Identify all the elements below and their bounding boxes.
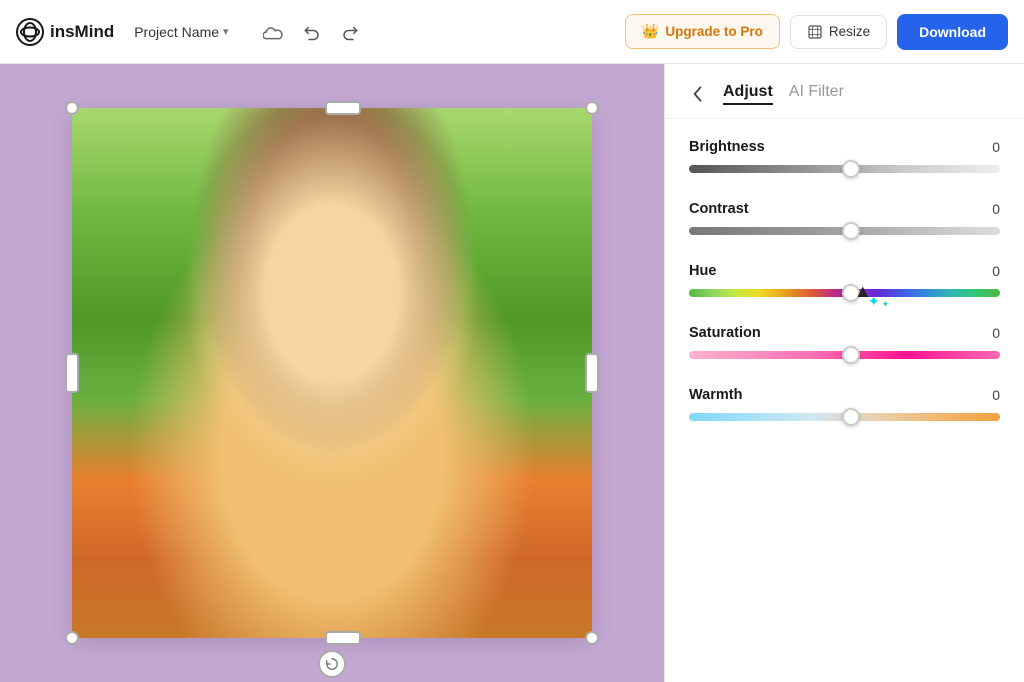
brightness-label: Brightness (689, 139, 765, 155)
handle-middle-left[interactable] (65, 353, 79, 393)
warmth-value: 0 (992, 387, 1000, 403)
brightness-slider[interactable] (689, 165, 1000, 173)
contrast-value: 0 (992, 201, 1000, 217)
contrast-label-row: Contrast 0 (689, 201, 1000, 217)
contrast-thumb[interactable] (842, 222, 860, 240)
panel-header: Adjust AI Filter (665, 64, 1024, 119)
hue-row: Hue 0 ▲ ✦ ✦ (689, 263, 1000, 297)
contrast-row: Contrast 0 (689, 201, 1000, 235)
handle-top-middle[interactable] (325, 101, 361, 115)
warmth-row: Warmth 0 (689, 387, 1000, 421)
back-icon (691, 84, 705, 104)
header-right: 👑 Upgrade to Pro Resize Download (625, 14, 1008, 50)
tab-adjust[interactable]: Adjust (723, 83, 773, 105)
contrast-slider[interactable] (689, 227, 1000, 235)
upgrade-label: Upgrade to Pro (665, 24, 763, 39)
download-button[interactable]: Download (897, 14, 1008, 50)
crown-icon: 👑 (642, 23, 659, 40)
main-content: Adjust AI Filter Brightness 0 (0, 64, 1024, 682)
contrast-label: Contrast (689, 201, 749, 217)
resize-icon (807, 24, 823, 40)
panel-tabs: Adjust AI Filter (723, 83, 844, 105)
saturation-value: 0 (992, 325, 1000, 341)
rotate-icon (325, 657, 339, 671)
brightness-value: 0 (992, 139, 1000, 155)
undo-button[interactable] (297, 17, 327, 47)
redo-icon (341, 23, 359, 41)
hue-label: Hue (689, 263, 716, 279)
warmth-thumb[interactable] (842, 408, 860, 426)
handle-middle-right[interactable] (585, 353, 599, 393)
cloud-icon-button[interactable] (257, 18, 289, 46)
saturation-slider[interactable] (689, 351, 1000, 359)
handle-bottom-right[interactable] (585, 631, 599, 645)
warmth-label-row: Warmth 0 (689, 387, 1000, 403)
canvas-image (72, 108, 592, 638)
star-icon-2: ✦ (882, 299, 890, 310)
saturation-label-row: Saturation 0 (689, 325, 1000, 341)
chevron-down-icon: ▾ (223, 25, 229, 38)
header-actions (257, 17, 365, 47)
header: insMind Project Name ▾ 👑 Upgrade to (0, 0, 1024, 64)
handle-bottom-left[interactable] (65, 631, 79, 645)
resize-button[interactable]: Resize (790, 15, 887, 49)
adjust-content: Brightness 0 Contrast 0 (665, 119, 1024, 682)
handle-top-right[interactable] (585, 101, 599, 115)
handle-top-left[interactable] (65, 101, 79, 115)
logo-icon (16, 18, 44, 46)
canvas-wrapper[interactable] (72, 108, 592, 638)
saturation-thumb[interactable] (842, 346, 860, 364)
project-name-label: Project Name (134, 24, 219, 40)
redo-button[interactable] (335, 17, 365, 47)
hue-thumb[interactable] (842, 284, 860, 302)
resize-label: Resize (829, 24, 870, 39)
rotate-handle[interactable] (318, 650, 346, 678)
upgrade-button[interactable]: 👑 Upgrade to Pro (625, 14, 780, 49)
hue-value: 0 (992, 263, 1000, 279)
back-button[interactable] (685, 82, 711, 106)
handle-bottom-middle[interactable] (325, 631, 361, 645)
warmth-slider[interactable] (689, 413, 1000, 421)
saturation-row: Saturation 0 (689, 325, 1000, 359)
brightness-label-row: Brightness 0 (689, 139, 1000, 155)
download-label: Download (919, 24, 986, 40)
cloud-icon (263, 24, 283, 40)
hue-slider[interactable] (689, 289, 1000, 297)
logo: insMind (16, 18, 114, 46)
hue-cursor-area: ▲ ✦ ✦ (689, 289, 1000, 297)
right-panel: Adjust AI Filter Brightness 0 (664, 64, 1024, 682)
hue-label-row: Hue 0 (689, 263, 1000, 279)
brightness-row: Brightness 0 (689, 139, 1000, 173)
brightness-thumb[interactable] (842, 160, 860, 178)
project-name-button[interactable]: Project Name ▾ (126, 20, 236, 44)
canvas-image-inner (72, 108, 592, 638)
warmth-label: Warmth (689, 387, 742, 403)
undo-icon (303, 23, 321, 41)
logo-text: insMind (50, 22, 114, 42)
canvas-area[interactable] (0, 64, 664, 682)
saturation-label: Saturation (689, 325, 761, 341)
tab-ai-filter[interactable]: AI Filter (789, 83, 844, 105)
